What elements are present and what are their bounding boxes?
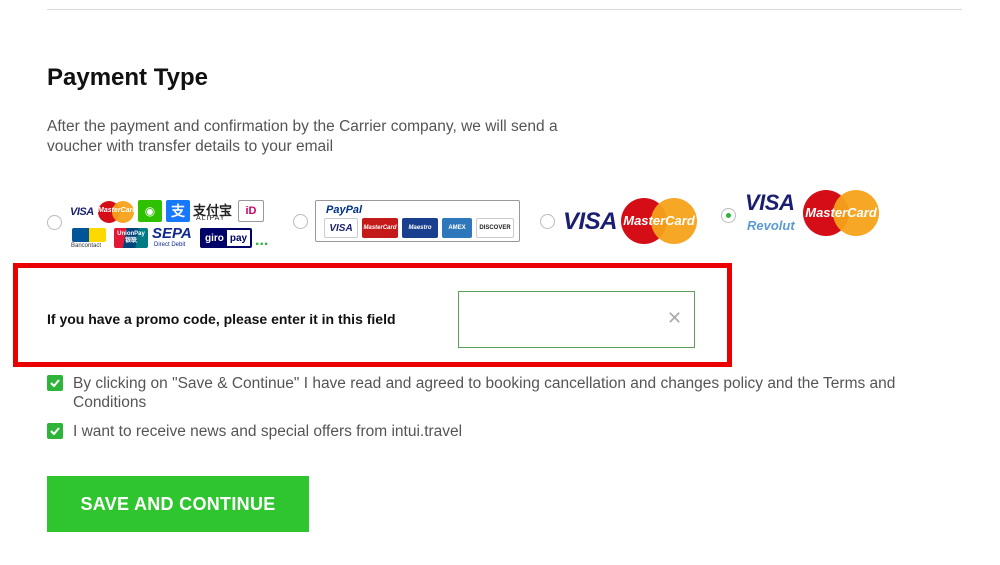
radio-card[interactable] — [540, 214, 555, 229]
payment-description: After the payment and confirmation by th… — [47, 118, 558, 155]
bancontact-icon — [72, 228, 106, 242]
discover-logo: DISCOVER — [476, 218, 514, 238]
terms-agreement-row[interactable]: By clicking on "Save & Continue" I have … — [47, 374, 953, 412]
alipay-label: ALIPAY — [196, 215, 226, 222]
mastercard-logo-paypal: MasterCard — [362, 218, 398, 238]
radio-revolut[interactable] — [721, 208, 736, 223]
visa-logo: VISA — [563, 208, 618, 235]
payment-option-card[interactable] — [540, 214, 555, 229]
bancontact-label: Bancontact — [71, 243, 102, 249]
promo-code-label: If you have a promo code, please enter i… — [47, 311, 396, 327]
amex-logo: AMEX — [442, 218, 472, 238]
mastercard-logo: MasterCard — [621, 198, 697, 244]
check-icon — [50, 427, 60, 435]
visa-logo-small: VISA — [70, 206, 94, 218]
revolut-label: Revolut — [747, 218, 795, 233]
radio-paypal[interactable] — [293, 214, 308, 229]
clear-icon[interactable]: ✕ — [667, 308, 682, 328]
giropay-logo: giro pay — [200, 228, 252, 248]
radio-multi[interactable] — [47, 215, 62, 230]
newsletter-text: I want to receive news and special offer… — [73, 423, 463, 440]
wechat-icon: ◉ — [138, 200, 162, 222]
mastercard-logo-revolut: MasterCard — [803, 190, 879, 236]
newsletter-checkbox[interactable] — [47, 423, 63, 439]
newsletter-row[interactable]: I want to receive news and special offer… — [47, 422, 953, 441]
check-icon — [50, 379, 60, 387]
payment-option-paypal[interactable] — [293, 214, 308, 229]
alipay-icon: 支 — [166, 200, 190, 222]
unionpay-logo: UnionPay 银联 — [114, 228, 148, 248]
visa-logo-paypal: VISA — [324, 218, 358, 238]
top-divider — [47, 9, 962, 10]
sepa-sublabel: Direct Debit — [154, 242, 186, 248]
more-methods-indicator: ... — [255, 232, 269, 249]
terms-checkbox[interactable] — [47, 375, 63, 391]
payment-options: VISA MasterCard ◉ 支 支付宝 ALIPAY iD Bancon… — [0, 188, 1000, 252]
ideal-logo: iD — [238, 200, 264, 222]
terms-agreement-text: By clicking on "Save & Continue" I have … — [73, 375, 896, 411]
paypal-logo: PayPal — [326, 204, 363, 216]
logo-group-paypal[interactable]: PayPal VISA MasterCard Maestro AMEX DISC… — [315, 200, 520, 242]
logo-group-multi[interactable]: VISA MasterCard ◉ 支 支付宝 ALIPAY iD Bancon… — [70, 198, 275, 252]
save-and-continue-button[interactable]: SAVE AND CONTINUE — [47, 476, 309, 532]
payment-option-multi[interactable] — [47, 215, 62, 230]
sepa-logo: SEPA — [152, 225, 192, 242]
payment-option-revolut[interactable] — [721, 208, 736, 223]
logo-group-card[interactable]: VISA MasterCard — [563, 198, 698, 246]
section-title: Payment Type — [47, 64, 208, 91]
visa-logo-revolut: VISA — [745, 190, 795, 215]
logo-group-revolut[interactable]: VISA Revolut MasterCard — [745, 190, 881, 238]
maestro-logo: Maestro — [402, 218, 438, 238]
mastercard-logo-small: MasterCard — [98, 201, 137, 223]
promo-code-input[interactable] — [458, 291, 695, 348]
